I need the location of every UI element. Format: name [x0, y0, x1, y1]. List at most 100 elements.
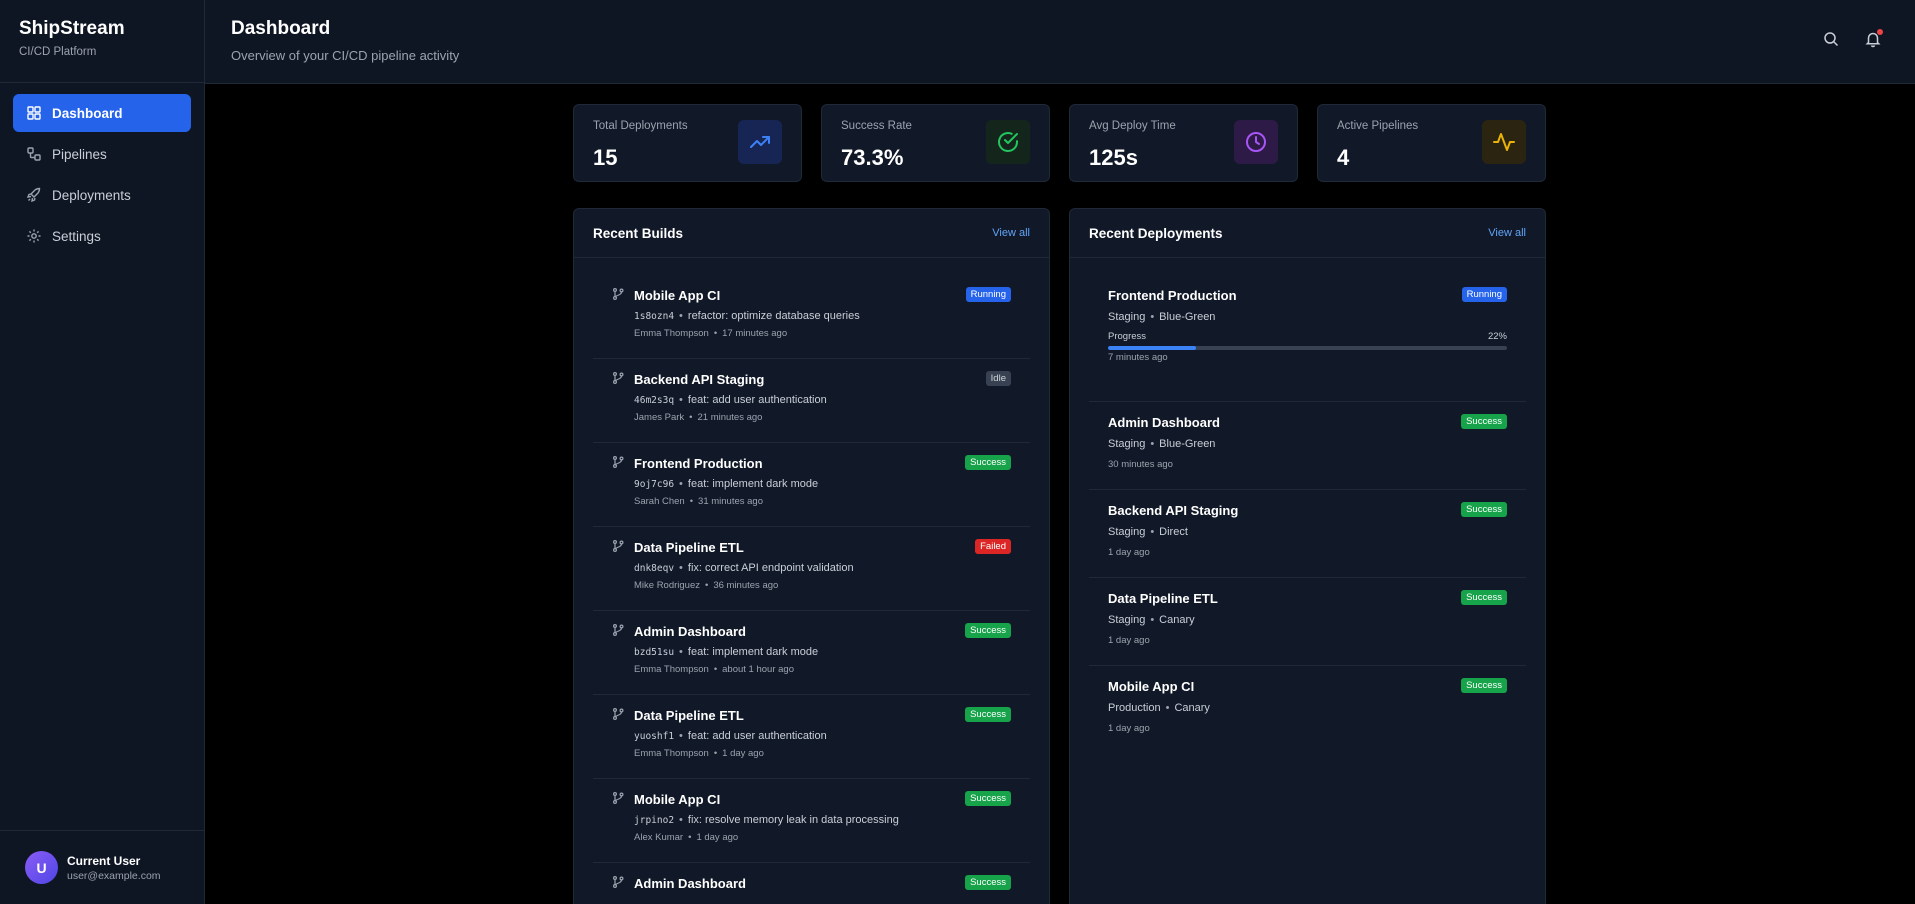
- separator-dot: •: [679, 478, 683, 490]
- panel-title: Recent Builds: [593, 226, 684, 241]
- build-author: Emma Thompson: [634, 664, 709, 675]
- sidebar-item-label: Settings: [52, 228, 101, 244]
- search-icon[interactable]: [1822, 30, 1840, 48]
- separator-dot: •: [679, 394, 683, 406]
- deployment-meta: Staging • Direct: [1108, 526, 1188, 538]
- commit-sha: bzd51su: [634, 647, 675, 658]
- separator-dot: •: [689, 496, 694, 507]
- pipelines-icon: [26, 146, 42, 162]
- status-badge: Success: [1461, 678, 1507, 693]
- build-author-time: Emma Thompson • 1 day ago: [634, 748, 764, 759]
- stat-value: 15: [593, 145, 618, 170]
- build-row[interactable]: Backend API Staging 46m2s3q • feat: add us…: [593, 359, 1030, 443]
- build-pipeline-name: Data Pipeline ETL: [634, 540, 744, 555]
- sidebar-item-dashboard[interactable]: Dashboard: [13, 94, 191, 132]
- brand-subtitle: CI/CD Platform: [19, 46, 97, 58]
- build-author-time: James Park • 21 minutes ago: [634, 412, 762, 423]
- deployment-meta: Staging • Blue-Green: [1108, 438, 1215, 450]
- stat-value: 4: [1337, 145, 1350, 170]
- build-row[interactable]: Data Pipeline ETL dnk8eqv • fix: correct A…: [593, 527, 1030, 611]
- user-name: Current User: [67, 853, 141, 868]
- separator-dot: •: [705, 580, 709, 591]
- stat-card-total-deployments: Total Deployments 15: [573, 104, 802, 182]
- deployment-environment: Staging: [1108, 614, 1146, 626]
- build-commit: 1s8ozn4 • refactor: optimize database quer…: [634, 310, 860, 322]
- build-row[interactable]: Mobile App CI jrpino2 • fix: resolve memor…: [593, 779, 1030, 863]
- user-email: user@example.com: [67, 869, 161, 882]
- deployment-row[interactable]: Mobile App CI Production • Canary 1 day ag…: [1089, 666, 1526, 754]
- stat-card-success-rate: Success Rate 73.3%: [821, 104, 1050, 182]
- notification-dot: [1877, 29, 1883, 35]
- commit-message: feat: add user authentication: [687, 394, 827, 406]
- git-branch-icon: [611, 287, 625, 301]
- commit-sha: yuoshf1: [634, 731, 675, 742]
- commit-sha: 1s8ozn4: [634, 311, 675, 322]
- separator-dot: •: [1150, 614, 1155, 626]
- brand: ShipStream CI/CD Platform: [0, 0, 204, 83]
- progress-fill: [1108, 346, 1196, 350]
- view-all-builds-link[interactable]: View all: [992, 227, 1030, 239]
- status-badge: Running: [965, 287, 1011, 302]
- commit-sha: jrpino2: [634, 815, 675, 826]
- sidebar-item-settings[interactable]: Settings: [13, 217, 191, 255]
- build-pipeline-name: Backend API Staging: [634, 372, 765, 387]
- build-row[interactable]: Admin Dashboard bzd51su • feat: implement …: [593, 611, 1030, 695]
- deployment-strategy: Canary: [1159, 614, 1195, 626]
- stat-value: 125s: [1089, 145, 1138, 170]
- sidebar-item-deployments[interactable]: Deployments: [13, 176, 191, 214]
- build-time: 36 minutes ago: [713, 580, 779, 591]
- commit-message: feat: implement dark mode: [687, 646, 819, 658]
- build-author: Mike Rodriguez: [634, 580, 700, 591]
- recent-builds-panel: Recent Builds View all Mobile App CI 1s8…: [573, 208, 1050, 904]
- deployment-row[interactable]: Data Pipeline ETL Staging • Canary 1 day a…: [1089, 578, 1526, 666]
- deployment-row[interactable]: Backend API Staging Staging • Direct 1 day…: [1089, 490, 1526, 578]
- sidebar-item-pipelines[interactable]: Pipelines: [13, 135, 191, 173]
- deployment-name: Data Pipeline ETL: [1108, 591, 1218, 606]
- separator-dot: •: [1165, 702, 1170, 714]
- status-badge: Success: [965, 455, 1011, 470]
- deployment-meta: Staging • Canary: [1108, 614, 1195, 626]
- progress-percent: 22%: [1487, 331, 1507, 342]
- deployment-strategy: Direct: [1159, 526, 1188, 538]
- clock-icon: [1234, 120, 1278, 164]
- build-author: Emma Thompson: [634, 748, 709, 759]
- deployment-strategy: Blue-Green: [1159, 311, 1216, 323]
- deployment-row[interactable]: Frontend Production Staging • Blue-Green P…: [1089, 275, 1526, 402]
- build-time: 17 minutes ago: [722, 328, 788, 339]
- commit-sha: 46m2s3q: [634, 395, 675, 406]
- bell-icon[interactable]: [1864, 29, 1883, 48]
- sidebar-item-label: Pipelines: [52, 146, 107, 162]
- deployment-name: Backend API Staging: [1108, 503, 1239, 518]
- sidebar-nav: Dashboard Pipelines Deployments Settings: [0, 83, 204, 269]
- build-author-time: Sarah Chen • 31 minutes ago: [634, 496, 763, 507]
- git-branch-icon: [611, 875, 625, 889]
- panel-title: Recent Deployments: [1089, 226, 1223, 241]
- build-time: 31 minutes ago: [698, 496, 763, 507]
- deployment-row[interactable]: Admin Dashboard Staging • Blue-Green 30 mi…: [1089, 402, 1526, 490]
- build-row[interactable]: Frontend Production 9oj7c96 • feat: implem…: [593, 443, 1030, 527]
- commit-sha: dnk8eqv: [634, 563, 675, 574]
- git-branch-icon: [611, 455, 625, 469]
- build-time: 21 minutes ago: [697, 412, 763, 423]
- deployment-environment: Production: [1108, 702, 1161, 714]
- separator-dot: •: [1150, 526, 1155, 538]
- commit-sha: 9oj7c96: [634, 479, 675, 490]
- user-profile[interactable]: U Current User user@example.com: [0, 830, 205, 904]
- separator-dot: •: [679, 730, 683, 742]
- build-pipeline-name: Mobile App CI: [634, 792, 721, 807]
- view-all-deployments-link[interactable]: View all: [1488, 227, 1526, 239]
- build-row[interactable]: Mobile App CI 1s8ozn4 • refactor: optimize…: [593, 275, 1030, 359]
- builds-list: Mobile App CI 1s8ozn4 • refactor: optimize…: [574, 258, 1049, 904]
- progress-label: Progress: [1108, 331, 1147, 342]
- status-badge: Success: [1461, 590, 1507, 605]
- deployment-strategy: Blue-Green: [1159, 438, 1216, 450]
- rocket-icon: [26, 187, 42, 203]
- build-time: about 1 hour ago: [722, 664, 794, 675]
- check-circle-icon: [986, 120, 1030, 164]
- stat-label: Active Pipelines: [1337, 120, 1419, 132]
- separator-dot: •: [679, 562, 683, 574]
- build-commit: 9oj7c96 • feat: implement dark mode: [634, 478, 818, 490]
- build-row[interactable]: Data Pipeline ETL yuoshf1 • feat: add user…: [593, 695, 1030, 779]
- build-row[interactable]: Admin Dashboard Success: [593, 863, 1030, 904]
- stat-label: Avg Deploy Time: [1089, 120, 1176, 132]
